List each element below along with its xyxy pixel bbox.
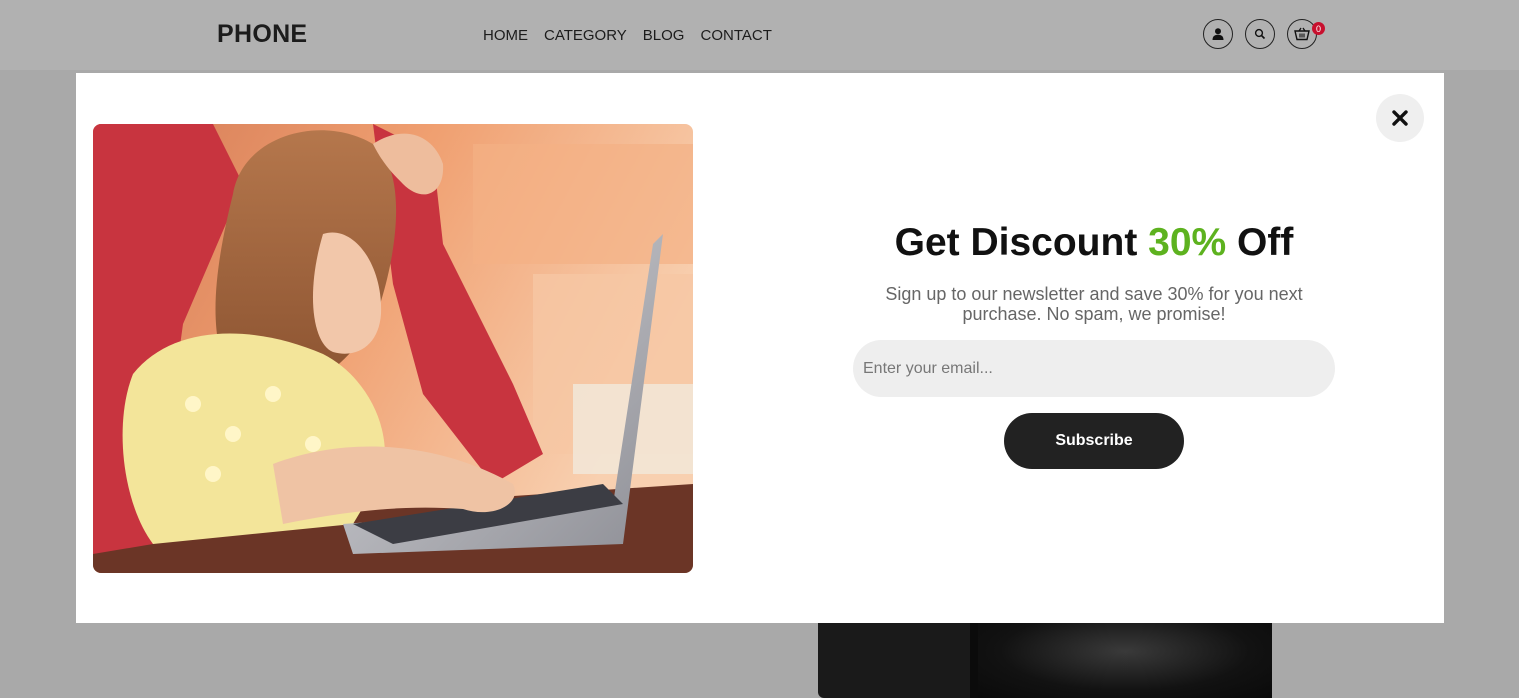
user-icon [1212, 28, 1224, 40]
nav-home[interactable]: HOME [483, 27, 528, 44]
cart-icon [1294, 27, 1310, 41]
popup-subtitle: Sign up to our newsletter and save 30% f… [885, 284, 1303, 324]
site-logo[interactable]: PHONE [217, 20, 307, 49]
popup-photo [93, 124, 693, 573]
nav-blog[interactable]: BLOG [643, 27, 685, 44]
account-button[interactable] [1203, 19, 1233, 49]
background-product-image [818, 620, 1272, 698]
close-button[interactable] [1376, 94, 1424, 142]
discount-highlight: 30% [1148, 221, 1227, 264]
newsletter-popup: Get Discount 30% Off Sign up to our news… [76, 73, 1444, 623]
nav-contact[interactable]: CONTACT [700, 27, 771, 44]
main-nav: HOME CATEGORY BLOG CONTACT [483, 27, 772, 44]
popup-content: Get Discount 30% Off Sign up to our news… [853, 223, 1335, 469]
nav-category[interactable]: CATEGORY [544, 27, 627, 44]
close-icon [1392, 110, 1408, 126]
popup-title: Get Discount 30% Off [894, 221, 1294, 264]
search-button[interactable] [1245, 19, 1275, 49]
site-header: PHONE HOME CATEGORY BLOG CONTACT 0 [0, 0, 1519, 70]
email-field[interactable] [853, 340, 1335, 397]
cart-count-badge: 0 [1312, 22, 1325, 35]
subscribe-button[interactable]: Subscribe [1004, 413, 1184, 469]
search-icon [1254, 28, 1266, 40]
